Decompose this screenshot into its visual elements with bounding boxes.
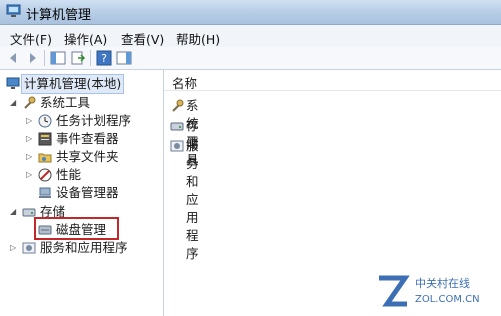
tree-label: 共享文件夹 bbox=[56, 149, 119, 164]
shared-folder-icon bbox=[38, 153, 52, 163]
tree-label: 任务计划程序 bbox=[56, 113, 132, 128]
tree-label: 设备管理器 bbox=[56, 185, 119, 200]
tree-label: 事件查看器 bbox=[56, 131, 119, 146]
console-tree-icon[interactable] bbox=[50, 50, 66, 66]
event-log-icon bbox=[38, 132, 52, 146]
storage-icon bbox=[170, 122, 184, 131]
forward-icon[interactable] bbox=[24, 50, 40, 66]
menu-file[interactable]: 文件(F) bbox=[10, 29, 52, 48]
device-manager-icon bbox=[39, 187, 51, 198]
window-title: 计算机管理 bbox=[26, 8, 92, 23]
svg-text:?: ? bbox=[101, 52, 107, 65]
toolbar-separator bbox=[44, 50, 45, 66]
performance-icon bbox=[38, 168, 52, 182]
column-header-label: 名称 bbox=[172, 76, 198, 91]
tools-icon bbox=[24, 96, 36, 109]
toolbar: ? bbox=[0, 47, 501, 70]
annotation-highlight-box bbox=[34, 217, 119, 240]
help-icon[interactable]: ? bbox=[96, 50, 112, 66]
title-bar: 计算机管理 bbox=[0, 0, 501, 25]
menu-help[interactable]: 帮助(H) bbox=[176, 29, 220, 48]
expand-arrow-icon[interactable]: ▷ bbox=[26, 112, 36, 130]
back-icon[interactable] bbox=[6, 50, 22, 66]
tree-label: 服务和应用程序 bbox=[40, 240, 128, 255]
computer-management-icon bbox=[6, 4, 21, 17]
expand-arrow-icon[interactable]: ▷ bbox=[10, 239, 20, 257]
action-pane-icon[interactable] bbox=[116, 50, 132, 66]
tree-label: 系统工具 bbox=[40, 95, 91, 110]
zol-watermark-logo: 中关村在线 ZOL.COM.CN bbox=[379, 275, 480, 307]
expand-arrow-icon[interactable]: ▷ bbox=[26, 166, 36, 184]
collapse-arrow-icon[interactable]: ◢ bbox=[10, 203, 20, 221]
services-icon bbox=[22, 242, 36, 254]
watermark-brand-text: 中关村在线 bbox=[415, 276, 470, 290]
console-tree: 计算机管理(本地) ◢ 系统工具 ▷ 任务计划程序 ▷ 事件查看器 ▷ 共享文件… bbox=[0, 70, 164, 316]
menu-action[interactable]: 操作(A) bbox=[64, 29, 107, 48]
export-list-icon[interactable] bbox=[70, 50, 86, 66]
computer-management-icon bbox=[6, 77, 20, 89]
expand-arrow-icon[interactable]: ▷ bbox=[26, 130, 36, 148]
tree-label: 计算机管理(本地) bbox=[20, 74, 125, 94]
menu-bar: 文件(F) 操作(A) 查看(V) 帮助(H) bbox=[0, 25, 501, 48]
list-item-label: 服务和应用程序 bbox=[186, 138, 199, 261]
tree-label: 性能 bbox=[56, 167, 82, 182]
menu-view[interactable]: 查看(V) bbox=[121, 29, 164, 48]
column-header-name[interactable]: 名称 bbox=[164, 70, 501, 91]
tools-icon bbox=[172, 99, 184, 112]
watermark-site-text: ZOL.COM.CN bbox=[415, 294, 480, 305]
clock-icon bbox=[38, 114, 52, 128]
collapse-arrow-icon[interactable]: ◢ bbox=[10, 94, 20, 112]
services-icon bbox=[170, 140, 184, 152]
toolbar-separator bbox=[90, 50, 91, 66]
expand-arrow-icon[interactable]: ▷ bbox=[26, 148, 36, 166]
